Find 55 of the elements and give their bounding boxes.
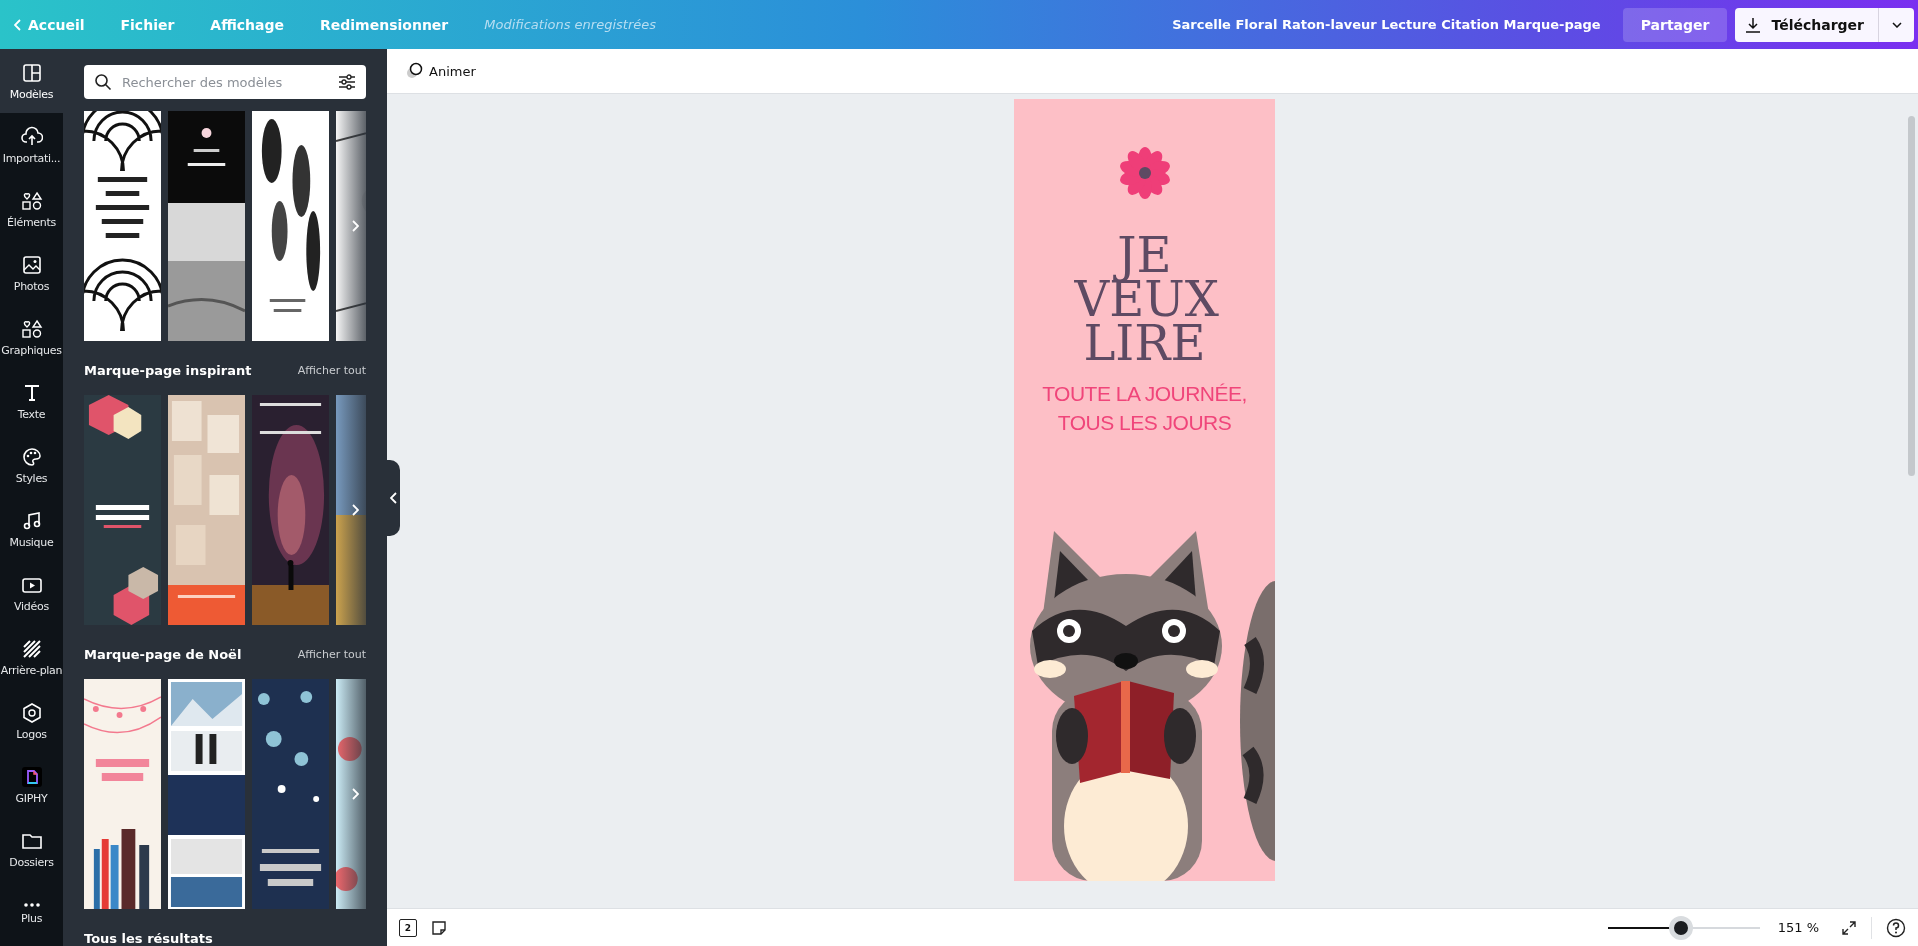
sidebar-item[interactable]: Photos <box>0 241 63 305</box>
sidebar-item[interactable]: GIPHY <box>0 753 63 817</box>
sidebar-item[interactable]: Dossiers <box>0 817 63 881</box>
help-button[interactable] <box>1886 917 1906 938</box>
zoom-level[interactable]: 151 % <box>1777 920 1819 935</box>
templates-icon <box>20 61 43 84</box>
sidebar-item[interactable]: Modèles <box>0 49 63 113</box>
dropdown-button[interactable] <box>1878 7 1914 42</box>
sidebar-item[interactable]: Musique <box>0 497 63 561</box>
fullscreen-button[interactable] <box>1841 919 1857 936</box>
save-status: Modifications enregistrées <box>484 17 657 32</box>
slider-thumb[interactable] <box>1668 915 1693 940</box>
caret-icon <box>1891 21 1902 28</box>
document-title[interactable]: Sarcelle Floral Raton-laveur Lecture Citation Marque-page <box>1172 17 1601 32</box>
upload-icon <box>20 125 43 148</box>
sidebar-item[interactable]: Importati... <box>0 113 63 177</box>
search-icon <box>94 73 112 91</box>
sidebar-item[interactable]: Logos <box>0 689 63 753</box>
sidebar-item[interactable]: Styles <box>0 433 63 497</box>
chevron-left-icon <box>389 492 398 504</box>
sidebar-item[interactable]: Plus <box>0 881 63 945</box>
shapes-icon <box>20 189 43 212</box>
see-all-link[interactable]: Afficher tout <box>297 647 366 661</box>
notes-icon[interactable] <box>431 919 447 936</box>
download-icon <box>1745 16 1762 33</box>
giphy-icon <box>20 765 43 788</box>
collapse-handle[interactable] <box>387 460 400 536</box>
section-title: Marque-page inspirant <box>84 362 252 378</box>
chevron-right-icon <box>351 788 359 800</box>
more-icon <box>22 901 41 908</box>
hexagon-icon <box>20 701 43 724</box>
pages-button[interactable]: 2 <box>399 918 417 937</box>
chevron-left-icon <box>14 18 22 31</box>
share-button[interactable]: Partager <box>1622 7 1728 42</box>
chevron-right-icon <box>351 220 359 232</box>
sidebar-item[interactable]: Texte <box>0 369 63 433</box>
section-title: Tous les résultats <box>84 930 213 946</box>
sidebar-item[interactable]: Arrière-plan <box>0 625 63 689</box>
animate-button[interactable]: Animer <box>399 61 482 81</box>
animate-icon <box>405 62 423 80</box>
sidebar-item[interactable]: Vidéos <box>0 561 63 625</box>
scrollbar[interactable] <box>1908 116 1915 476</box>
photo-icon <box>20 253 43 276</box>
section-title: Marque-page de Noël <box>84 646 242 662</box>
palette-icon <box>20 445 43 468</box>
flower-icon <box>1118 147 1171 199</box>
bookmark-page[interactable]: JE VEUX LIRE TOUTE LA JOURNÉE, TOUS LES JOURS <box>1014 99 1275 881</box>
shapes-icon <box>20 317 43 340</box>
see-all-link[interactable]: Afficher tout <box>297 363 366 377</box>
sidebar-item[interactable]: Éléments <box>0 177 63 241</box>
chevron-right-icon <box>351 504 359 516</box>
sidebar-item[interactable]: Graphiques <box>0 305 63 369</box>
download-button[interactable]: Télécharger <box>1735 7 1878 42</box>
filter-icon[interactable] <box>338 73 356 91</box>
search-field[interactable]: Rechercher des modèles <box>84 65 366 99</box>
